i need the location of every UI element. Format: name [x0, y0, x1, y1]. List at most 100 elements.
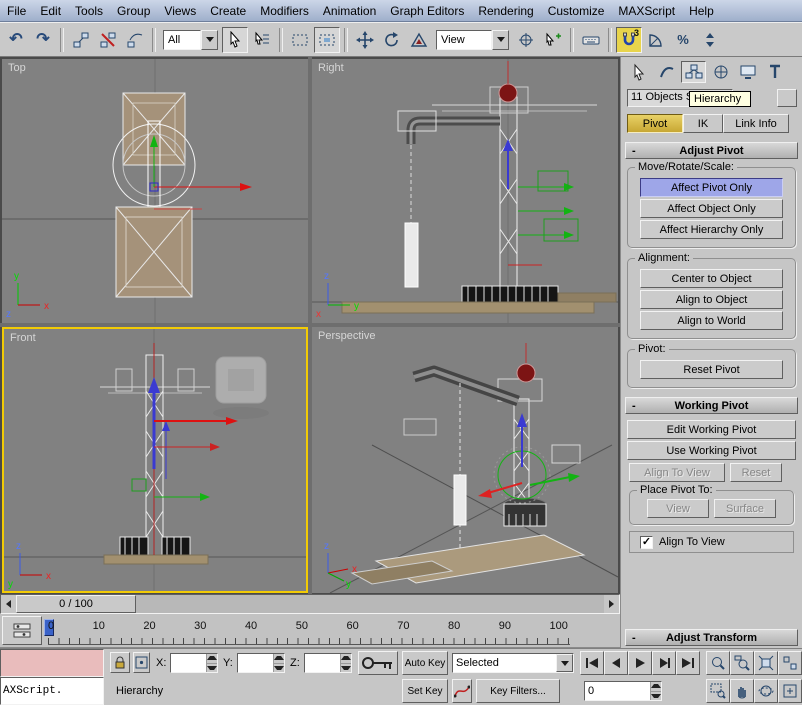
viewport-right[interactable]: Right z y x	[312, 59, 618, 323]
rollout-working-pivot[interactable]: - Working Pivot	[625, 397, 798, 414]
menu-tools[interactable]: Tools	[68, 2, 110, 20]
affect-hierarchy-only-button[interactable]: Affect Hierarchy Only	[640, 220, 783, 239]
viewport-perspective[interactable]: Perspective z x y	[312, 327, 618, 593]
menu-edit[interactable]: Edit	[33, 2, 68, 20]
tab-modify-icon[interactable]	[654, 61, 679, 83]
y-coordinate-field[interactable]	[237, 653, 285, 673]
affect-object-only-button[interactable]: Affect Object Only	[640, 199, 783, 218]
absolute-offset-toggle-icon[interactable]	[133, 652, 150, 673]
z-coordinate-field[interactable]	[304, 653, 352, 673]
time-slider-next-arrow[interactable]	[604, 595, 619, 613]
zoom-region-icon[interactable]	[706, 679, 730, 703]
use-pivot-center-icon[interactable]	[513, 27, 539, 53]
viewport-right-canvas[interactable]: z y x	[312, 59, 618, 323]
tab-ik[interactable]: IK	[683, 114, 723, 133]
auto-key-button[interactable]: Auto Key	[402, 651, 448, 675]
selection-lock-icon[interactable]	[110, 652, 130, 673]
viewport-top[interactable]: Top y x z	[2, 59, 308, 323]
time-configuration-dropdown[interactable]: Selected	[452, 653, 574, 673]
rollout-adjust-pivot[interactable]: - Adjust Pivot	[625, 142, 798, 159]
frame-spinner[interactable]	[650, 682, 661, 700]
select-and-scale-icon[interactable]	[406, 27, 432, 53]
dropdown-arrow-icon[interactable]	[556, 654, 573, 672]
affect-pivot-only-button[interactable]: Affect Pivot Only	[640, 178, 783, 197]
x-spinner[interactable]	[206, 654, 217, 672]
menu-create[interactable]: Create	[203, 2, 253, 20]
viewport-top-label[interactable]: Top	[8, 62, 26, 74]
next-frame-button[interactable]	[652, 651, 676, 675]
go-to-start-button[interactable]	[580, 651, 604, 675]
viewport-perspective-canvas[interactable]: z x y	[312, 327, 618, 593]
rollout-adjust-transform[interactable]: - Adjust Transform	[625, 629, 798, 646]
viewport-perspective-label[interactable]: Perspective	[318, 330, 375, 342]
reset-button[interactable]: Reset	[730, 463, 782, 482]
menu-modifiers[interactable]: Modifiers	[253, 2, 316, 20]
menu-help[interactable]: Help	[682, 2, 721, 20]
go-to-end-button[interactable]	[676, 651, 700, 675]
select-object-icon[interactable]	[222, 26, 248, 53]
center-to-object-button[interactable]: Center to Object	[640, 269, 783, 288]
menu-maxscript[interactable]: MAXScript	[611, 2, 682, 20]
y-spinner[interactable]	[273, 654, 284, 672]
tab-pivot[interactable]: Pivot	[627, 114, 683, 133]
menu-animation[interactable]: Animation	[316, 2, 383, 20]
reference-coordinate-dropdown[interactable]: View	[436, 29, 509, 50]
spinner-snap-icon[interactable]	[697, 27, 723, 53]
viewport-right-label[interactable]: Right	[318, 62, 344, 74]
selection-filter-dropdown[interactable]: All	[163, 29, 218, 50]
previous-frame-button[interactable]	[604, 651, 628, 675]
undo-icon[interactable]: ↶	[3, 27, 29, 53]
viewport-top-canvas[interactable]: y x z	[2, 59, 308, 323]
maxscript-macro-recorder-line[interactable]	[0, 649, 104, 677]
tab-create-icon[interactable]	[627, 61, 652, 83]
dropdown-arrow-icon[interactable]	[492, 29, 509, 50]
maxscript-mini-listener[interactable]: AXScript.	[0, 677, 104, 705]
default-tangent-curve-icon[interactable]	[452, 679, 472, 703]
tab-display-icon[interactable]	[735, 61, 760, 83]
align-to-view-button[interactable]: Align To View	[629, 463, 725, 482]
menu-customize[interactable]: Customize	[541, 2, 612, 20]
angle-snap-icon[interactable]	[643, 27, 669, 53]
menu-views[interactable]: Views	[157, 2, 203, 20]
maximize-viewport-toggle-icon[interactable]	[778, 679, 802, 703]
transform-gizmo[interactable]	[503, 139, 579, 266]
select-and-move-icon[interactable]	[352, 27, 378, 53]
time-slider-thumb[interactable]: 0 / 100	[16, 595, 136, 613]
window-crossing-icon[interactable]	[314, 26, 340, 53]
select-and-manipulate-icon[interactable]	[540, 27, 566, 53]
align-to-world-button[interactable]: Align to World	[640, 311, 783, 330]
viewport-front-label[interactable]: Front	[10, 332, 36, 344]
rectangular-selection-region-icon[interactable]	[287, 27, 313, 53]
menu-group[interactable]: Group	[110, 2, 157, 20]
tab-utilities-icon[interactable]	[762, 61, 787, 83]
bind-to-space-warp-icon[interactable]	[122, 27, 148, 53]
play-button[interactable]	[628, 651, 652, 675]
reset-pivot-button[interactable]: Reset Pivot	[640, 360, 783, 379]
time-slider-track[interactable]	[136, 595, 604, 613]
track-bar[interactable]: 0 10 20 30 40 50 60 70 80 90 100	[0, 614, 620, 648]
dropdown-arrow-icon[interactable]	[201, 29, 218, 50]
align-to-object-button[interactable]: Align to Object	[640, 290, 783, 309]
redo-icon[interactable]: ↷	[30, 27, 56, 53]
checkbox-checked-icon[interactable]: ✓	[640, 535, 653, 549]
viewport-front-canvas[interactable]: z x y	[4, 329, 306, 591]
x-coordinate-field[interactable]	[170, 653, 218, 673]
menu-file[interactable]: File	[0, 2, 33, 20]
place-surface-button[interactable]: Surface	[714, 499, 776, 518]
pan-hand-icon[interactable]	[730, 679, 754, 703]
menu-graph-editors[interactable]: Graph Editors	[383, 2, 471, 20]
keyboard-override-icon[interactable]	[578, 27, 604, 53]
mini-curve-editor-button[interactable]	[2, 616, 42, 645]
z-spinner[interactable]	[340, 654, 351, 672]
percent-snap-icon[interactable]: %	[670, 27, 696, 53]
use-working-pivot-button[interactable]: Use Working Pivot	[627, 441, 796, 460]
arc-rotate-icon[interactable]	[754, 679, 778, 703]
zoom-all-icon[interactable]	[730, 651, 754, 675]
set-keys-key-icon[interactable]	[358, 651, 398, 675]
edit-working-pivot-button[interactable]: Edit Working Pivot	[627, 420, 796, 439]
panel-config-button[interactable]	[777, 89, 797, 107]
select-and-link-icon[interactable]	[68, 27, 94, 53]
menu-rendering[interactable]: Rendering	[471, 2, 540, 20]
place-view-button[interactable]: View	[647, 499, 709, 518]
select-and-rotate-icon[interactable]	[379, 27, 405, 53]
